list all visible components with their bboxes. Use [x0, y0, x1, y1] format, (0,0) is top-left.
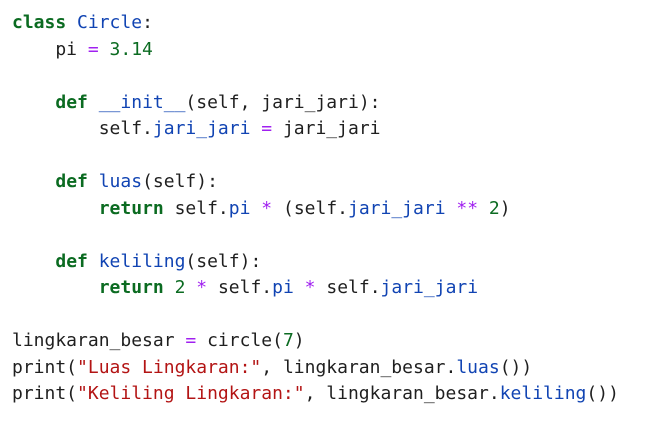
code-line-15: print("Keliling Lingkaran:", lingkaran_b… — [12, 381, 646, 408]
code-line-13: lingkaran_besar = circle(7) — [12, 328, 646, 355]
code-token: jari_jari — [152, 118, 251, 139]
code-token: ()) — [499, 356, 533, 378]
code-line-1: class Circle: — [12, 10, 646, 37]
code-line-8: return self.pi * (self.jari_jari ** 2) — [12, 196, 646, 223]
code-token: def — [55, 171, 88, 192]
code-token: "Luas Lingkaran:" — [77, 356, 262, 378]
code-line-11: return 2 * self.pi * self.jari_jari — [12, 275, 646, 302]
code-token: 3.14 — [109, 38, 153, 60]
code-token: 7 — [282, 330, 294, 351]
code-token: * — [196, 277, 208, 298]
code-token: lingkaran_besar — [12, 330, 186, 351]
code-token: 2 — [174, 277, 186, 298]
code-line-4: def __init__(self, jari_jari): — [12, 90, 646, 117]
code-token: def — [55, 250, 88, 272]
code-token: (self): — [185, 250, 262, 272]
code-token: return — [98, 197, 164, 219]
code-token: self. — [207, 277, 273, 298]
code-token: jari_jari — [272, 118, 381, 139]
code-token: "Keliling Lingkaran:" — [77, 383, 305, 404]
code-line-2: pi = 3.14 — [12, 37, 646, 64]
code-editor[interactable]: class Circle: pi = 3.14 def __init__(sel… — [0, 0, 646, 421]
code-line-7: def luas(self): — [12, 169, 646, 196]
code-token: * — [261, 197, 273, 219]
code-token: pi — [228, 197, 251, 219]
code-token: luas — [456, 356, 500, 378]
code-token: return — [98, 277, 164, 298]
code-token: (self, jari_jari): — [185, 91, 381, 113]
code-token: jari_jari — [380, 277, 479, 298]
code-token: = — [185, 330, 197, 351]
code-token: keliling — [98, 250, 186, 272]
code-token: circle( — [196, 330, 283, 351]
code-token: Circle — [77, 12, 143, 33]
code-token: 2 — [488, 197, 500, 219]
code-token: * — [304, 277, 316, 298]
code-line-10: def keliling(self): — [12, 249, 646, 276]
code-token: : — [142, 12, 153, 33]
code-token: __init__ — [98, 91, 186, 113]
code-token: pi — [272, 277, 294, 298]
code-token: ) — [499, 197, 511, 219]
code-token: ) — [293, 330, 305, 351]
code-token: luas — [98, 171, 143, 192]
code-token: self. — [163, 197, 229, 219]
code-token: print( — [12, 356, 78, 378]
code-token: (self): — [142, 171, 218, 192]
code-token: , lingkaran_besar. — [304, 383, 500, 404]
code-token: self. — [12, 118, 153, 139]
code-token: ** — [456, 197, 479, 219]
code-token: keliling — [499, 383, 587, 404]
code-token: class — [12, 12, 67, 33]
code-token: (self. — [272, 197, 348, 219]
code-token: = — [261, 118, 273, 139]
code-token: = — [87, 38, 99, 60]
code-token: def — [55, 91, 88, 113]
code-token: self. — [315, 277, 381, 298]
code-token: , lingkaran_besar. — [261, 356, 457, 378]
code-token: print( — [12, 383, 78, 404]
code-line-5: self.jari_jari = jari_jari — [12, 116, 646, 143]
code-line-14: print("Luas Lingkaran:", lingkaran_besar… — [12, 355, 646, 382]
code-token: jari_jari — [348, 197, 446, 219]
code-token: pi — [12, 38, 88, 60]
code-token: ()) — [586, 383, 619, 404]
